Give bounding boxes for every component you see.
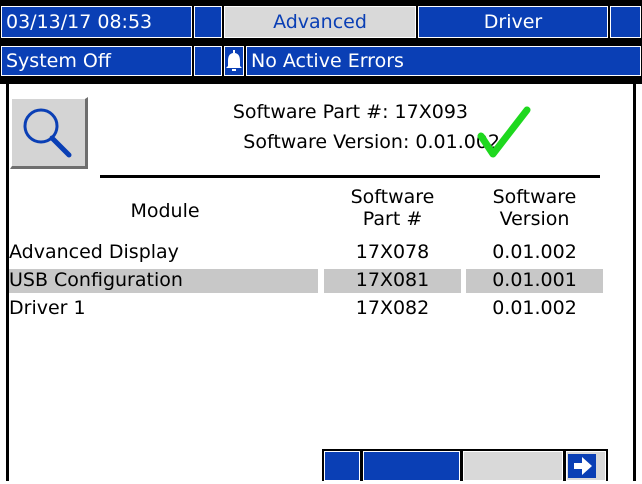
header-bar: 03/13/17 08:53 Advanced Driver: [0, 0, 642, 42]
column-header-version-line1: Software: [492, 186, 577, 208]
row-version: 0.01.002: [492, 297, 577, 319]
header-spacer: [194, 6, 222, 38]
row-version: 0.01.001: [492, 269, 577, 291]
right-arrow-icon: [568, 454, 596, 478]
error-status: No Active Errors: [246, 46, 641, 76]
tab-driver[interactable]: Driver: [418, 6, 608, 38]
alarm-bell-icon[interactable]: [224, 46, 244, 76]
row-part: 17X078: [355, 241, 430, 263]
search-button[interactable]: [10, 97, 88, 169]
row-module: Driver 1: [9, 297, 86, 319]
system-status: System Off: [1, 46, 192, 76]
tab-overflow[interactable]: [610, 6, 641, 38]
column-header-module-label: Module: [130, 200, 200, 222]
software-info: Software Part #: 17X093 Software Version…: [170, 97, 500, 157]
table-row[interactable]: Advanced Display 17X078 0.01.002: [9, 239, 609, 266]
alarm-bell-icon-glyph: [226, 50, 242, 71]
software-version: Software Version: 0.01.002: [243, 131, 500, 153]
row-part: 17X081: [355, 269, 430, 291]
column-header-module: Module: [90, 198, 240, 224]
nav-next-button[interactable]: [566, 451, 606, 481]
column-header-part: Software Part #: [324, 186, 461, 230]
tab-advanced[interactable]: Advanced: [224, 6, 416, 38]
column-header-version: Software Version: [466, 186, 603, 230]
table-row-selected[interactable]: USB Configuration 17X081 0.01.001: [9, 267, 609, 294]
column-header-part-line1: Software: [350, 186, 435, 208]
column-header-version-line2: Version: [499, 208, 570, 230]
row-version: 0.01.002: [492, 241, 577, 263]
software-part-number: Software Part #: 17X093: [232, 101, 468, 123]
nav-left-button[interactable]: [324, 451, 360, 481]
datetime: 03/13/17 08:53: [1, 6, 192, 38]
table-row[interactable]: Driver 1 17X082 0.01.002: [9, 295, 609, 322]
nav-page-button[interactable]: [363, 451, 460, 481]
status-spacer: [194, 46, 222, 76]
row-module: Advanced Display: [9, 241, 179, 263]
header-divider: [100, 175, 600, 178]
screen: 03/13/17 08:53 Advanced Driver System Of…: [0, 0, 642, 481]
row-part: 17X082: [355, 297, 430, 319]
status-bar: System Off No Active Errors: [0, 42, 642, 84]
magnifier-icon: [23, 108, 72, 158]
row-module: USB Configuration: [9, 269, 183, 291]
nav-empty-button[interactable]: [463, 451, 563, 481]
column-header-part-line2: Part #: [362, 208, 423, 230]
checkmark-icon: [477, 106, 531, 158]
